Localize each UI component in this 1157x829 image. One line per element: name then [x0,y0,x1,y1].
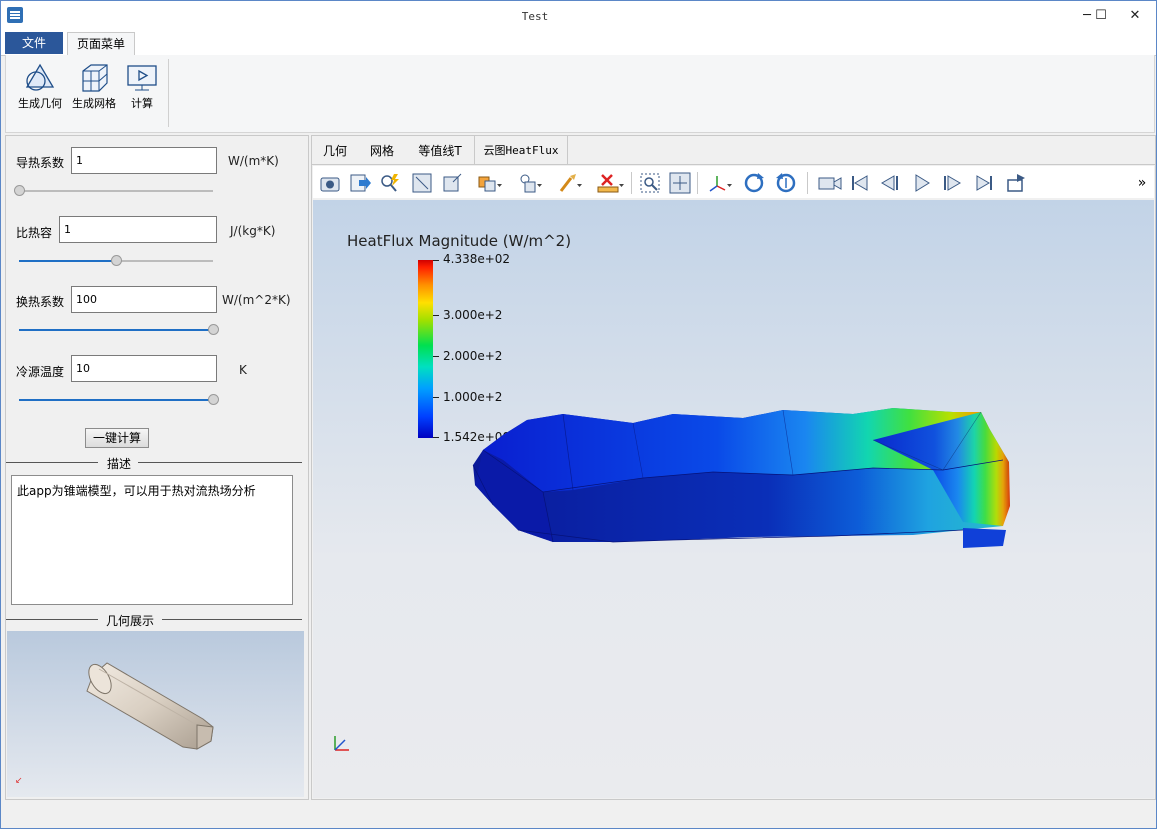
rotate-cw-icon[interactable] [743,172,765,194]
description-text[interactable]: 此app为锥端模型，可以用于热对流热场分析 [11,475,293,605]
pan-icon[interactable] [669,172,691,194]
main-window: Test ─ ☐ ✕ 文件 页面菜单 生成几何 生成网格 计算 导热系数 1 W… [0,0,1157,829]
play-icon[interactable] [911,172,933,194]
menu-bar: 文件 页面菜单 [1,31,1156,56]
previous-frame-icon[interactable] [879,172,901,194]
menu-file[interactable]: 文件 [5,32,63,54]
lighting-icon[interactable] [517,172,542,194]
display-mode-icon[interactable] [477,172,502,194]
view-tabs: 几何 网格 等值线T 云图HeatFlux [312,136,1155,165]
conductivity-unit: W/(m*K) [228,154,279,168]
geometry-preview-viewport[interactable]: ↙ [7,631,304,797]
generate-mesh-button[interactable]: 生成网格 [68,63,120,111]
geometry-icon [23,63,57,93]
last-frame-icon[interactable] [973,172,995,194]
param-label-conductivity: 导热系数 [16,156,65,170]
generate-geometry-button[interactable]: 生成几何 [14,63,66,111]
slider-thumb[interactable] [111,255,122,266]
zoom-box-icon[interactable] [639,172,661,194]
slider-thumb[interactable] [208,324,219,335]
cylinder-model: ↙ [15,662,214,786]
viewer-toolbar: » [313,166,1154,198]
slider-thumb[interactable] [208,394,219,405]
maximize-button[interactable]: ☐ [1084,1,1118,31]
rotate-ccw-icon[interactable] [775,172,797,194]
one-click-compute-button[interactable]: 一键计算 [85,428,149,448]
screenshot-icon[interactable] [319,172,341,194]
specific-heat-unit: J/(kg*K) [230,224,276,238]
mesh-icon [77,63,111,93]
parameter-panel: 导热系数 W/(m*K) 比热容 J/(kg*K) 换热系数 W/(m^2*K)… [5,135,309,800]
reset-view-icon[interactable] [411,172,433,194]
visualization-panel: 几何 网格 等值线T 云图HeatFlux » HeatFlux Magnitu… [311,135,1156,800]
heat-transfer-slider[interactable] [19,324,219,336]
export-icon[interactable] [349,172,371,194]
cold-source-slider[interactable] [19,394,219,406]
geometry-preview-title: 几何展示 [105,614,154,628]
fit-view-icon[interactable] [441,172,463,194]
render-viewport[interactable]: HeatFlux Magnitude (W/m^2) 4.338e+02 3.0… [313,200,1154,798]
record-icon[interactable] [817,172,842,194]
heatflux-model [472,408,1010,548]
close-button[interactable]: ✕ [1118,1,1152,31]
next-frame-icon[interactable] [941,172,963,194]
slider-thumb[interactable] [14,185,25,196]
status-bar [1,801,1156,828]
menu-page[interactable]: 页面菜单 [67,32,135,56]
param-label-heat-transfer: 换热系数 [16,295,65,309]
first-frame-icon[interactable] [849,172,871,194]
tab-geometry[interactable]: 几何 [312,136,358,164]
clear-icon[interactable] [557,172,582,194]
ruler-delete-icon[interactable] [597,172,624,194]
toolbar-divider [697,172,698,194]
orientation-axes-icon [334,736,349,751]
conductivity-input[interactable] [71,147,217,174]
pick-icon[interactable] [379,172,401,194]
heat-transfer-unit: W/(m^2*K) [222,293,291,307]
specific-heat-input[interactable] [59,216,217,243]
param-label-specific-heat: 比热容 [16,226,53,240]
tab-mesh[interactable]: 网格 [358,136,406,164]
close-icon: ✕ [1129,8,1141,23]
cold-source-input[interactable] [71,355,217,382]
tab-heatflux[interactable]: 云图HeatFlux [474,136,568,164]
maximize-icon: ☐ [1095,8,1107,23]
heat-transfer-input[interactable] [71,286,217,313]
svg-text:↙: ↙ [15,776,23,786]
tab-contour-t[interactable]: 等值线T [406,136,474,164]
ribbon-divider [168,59,169,127]
loop-icon[interactable] [1005,172,1027,194]
ribbon: 生成几何 生成网格 计算 [5,55,1155,133]
compute-icon [125,63,159,93]
generate-geometry-label: 生成几何 [18,97,62,110]
description-group-title: 描述 [6,456,302,471]
axes-icon[interactable] [707,172,732,194]
compute-button[interactable]: 计算 [124,63,160,111]
description-title: 描述 [106,457,131,471]
cold-source-unit: K [239,363,247,377]
conductivity-slider[interactable] [14,185,213,197]
geometry-group-title: 几何展示 [6,613,302,628]
param-label-cold-source: 冷源温度 [16,365,65,379]
toolbar-divider [631,172,632,194]
toolbar-divider [807,172,808,194]
window-title: Test [521,10,549,23]
toolbar-overflow-button[interactable]: » [1135,172,1149,194]
title-bar: Test ─ ☐ ✕ [1,1,1156,31]
generate-mesh-label: 生成网格 [72,97,116,110]
specific-heat-slider[interactable] [19,255,213,267]
compute-label: 计算 [131,97,153,110]
